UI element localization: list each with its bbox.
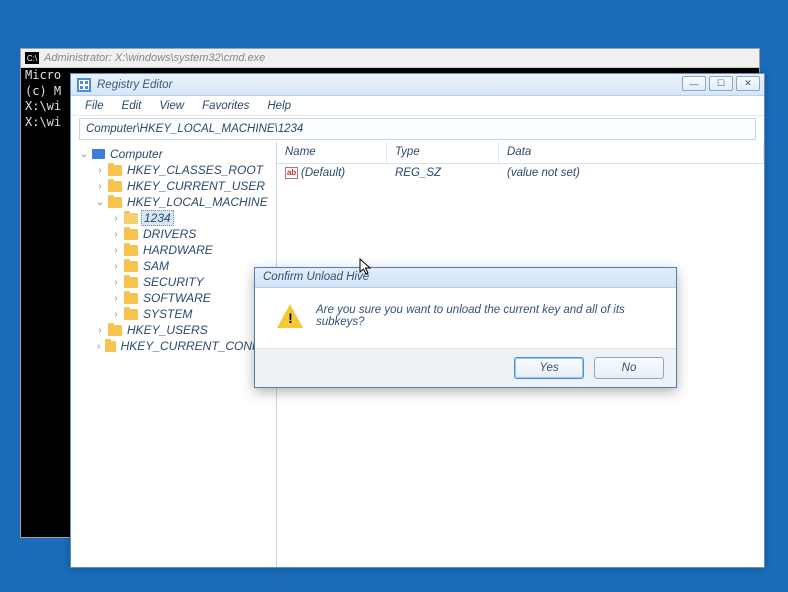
column-name[interactable]: Name (277, 142, 387, 163)
expand-icon[interactable]: › (111, 261, 121, 271)
tree-key[interactable]: › SOFTWARE (73, 290, 274, 306)
warning-icon (277, 304, 304, 328)
tree-label: HARDWARE (141, 243, 215, 257)
tree-label: SECURITY (141, 275, 206, 289)
string-value-icon: ab (285, 167, 298, 179)
tree-label: HKEY_CURRENT_CONFIG (119, 339, 274, 353)
regedit-title: Registry Editor (97, 79, 172, 91)
value-row[interactable]: ab(Default) REG_SZ (value not set) (277, 164, 764, 182)
folder-icon (124, 245, 138, 256)
expand-icon[interactable]: › (111, 293, 121, 303)
regedit-icon (77, 78, 91, 92)
folder-open-icon (124, 213, 138, 224)
expand-icon[interactable]: › (95, 181, 105, 191)
tree-label: SAM (141, 259, 171, 273)
column-type[interactable]: Type (387, 142, 499, 163)
tree-label: SYSTEM (141, 307, 194, 321)
column-data[interactable]: Data (499, 142, 764, 163)
tree-key[interactable]: › SECURITY (73, 274, 274, 290)
list-header: Name Type Data (277, 142, 764, 164)
cmd-icon: C:\ (25, 52, 39, 64)
folder-icon (108, 165, 122, 176)
folder-icon (108, 197, 122, 208)
value-data: (value not set) (499, 167, 764, 179)
menu-edit[interactable]: Edit (114, 98, 150, 114)
expand-icon[interactable]: › (111, 213, 121, 223)
dialog-body: Are you sure you want to unload the curr… (255, 288, 676, 348)
value-type: REG_SZ (387, 167, 499, 179)
folder-icon (124, 277, 138, 288)
expand-icon[interactable]: › (95, 341, 102, 351)
cmd-title: Administrator: X:\windows\system32\cmd.e… (44, 52, 265, 64)
tree-label: HKEY_USERS (125, 323, 210, 337)
folder-icon (124, 261, 138, 272)
tree-key[interactable]: › HARDWARE (73, 242, 274, 258)
tree-key[interactable]: › 1234 (73, 210, 274, 226)
dialog-title[interactable]: Confirm Unload Hive (255, 268, 676, 288)
window-buttons: — ☐ ✕ (682, 76, 760, 91)
address-text: Computer\HKEY_LOCAL_MACHINE\1234 (86, 123, 303, 135)
regedit-titlebar[interactable]: Registry Editor — ☐ ✕ (71, 74, 764, 96)
computer-icon (92, 149, 105, 159)
tree-key[interactable]: › SAM (73, 258, 274, 274)
expand-icon[interactable]: ⌄ (79, 149, 89, 159)
yes-button[interactable]: Yes (514, 357, 584, 379)
dialog-footer: Yes No (255, 348, 676, 387)
folder-icon (108, 181, 122, 192)
tree-root[interactable]: ⌄ Computer (73, 146, 274, 162)
folder-icon (124, 309, 138, 320)
tree-label: HKEY_LOCAL_MACHINE (125, 195, 270, 209)
confirm-unload-dialog: Confirm Unload Hive Are you sure you wan… (254, 267, 677, 388)
cmd-titlebar[interactable]: C:\ Administrator: X:\windows\system32\c… (21, 49, 759, 68)
no-button[interactable]: No (594, 357, 664, 379)
tree-label: HKEY_CLASSES_ROOT (125, 163, 265, 177)
expand-icon[interactable]: › (111, 229, 121, 239)
folder-icon (105, 341, 115, 352)
maximize-button[interactable]: ☐ (709, 76, 733, 91)
close-button[interactable]: ✕ (736, 76, 760, 91)
dialog-message: Are you sure you want to unload the curr… (316, 304, 662, 328)
folder-icon (124, 229, 138, 240)
tree-hive[interactable]: › HKEY_USERS (73, 322, 274, 338)
menu-view[interactable]: View (151, 98, 192, 114)
tree-hive[interactable]: › HKEY_CURRENT_USER (73, 178, 274, 194)
folder-icon (108, 325, 122, 336)
tree-hive[interactable]: › HKEY_CURRENT_CONFIG (73, 338, 274, 354)
expand-icon[interactable]: › (111, 245, 121, 255)
minimize-button[interactable]: — (682, 76, 706, 91)
tree-key[interactable]: › DRIVERS (73, 226, 274, 242)
value-name: ab(Default) (277, 167, 387, 179)
menu-favorites[interactable]: Favorites (194, 98, 257, 114)
address-bar[interactable]: Computer\HKEY_LOCAL_MACHINE\1234 (79, 118, 756, 140)
tree-label: DRIVERS (141, 227, 198, 241)
tree-label: SOFTWARE (141, 291, 213, 305)
tree-key[interactable]: › SYSTEM (73, 306, 274, 322)
tree-hive[interactable]: › HKEY_CLASSES_ROOT (73, 162, 274, 178)
expand-icon[interactable]: ⌄ (95, 197, 105, 207)
expand-icon[interactable]: › (111, 277, 121, 287)
tree-label: HKEY_CURRENT_USER (125, 179, 267, 193)
expand-icon[interactable]: › (95, 165, 105, 175)
tree-pane[interactable]: ⌄ Computer › HKEY_CLASSES_ROOT › HKEY_CU… (71, 142, 277, 567)
expand-icon[interactable]: › (95, 325, 105, 335)
menu-help[interactable]: Help (259, 98, 299, 114)
folder-icon (124, 293, 138, 304)
tree-label: Computer (108, 147, 165, 161)
menu-file[interactable]: File (77, 98, 112, 114)
tree-label-selected: 1234 (141, 210, 174, 226)
menubar: File Edit View Favorites Help (71, 96, 764, 116)
tree-hive[interactable]: ⌄ HKEY_LOCAL_MACHINE (73, 194, 274, 210)
expand-icon[interactable]: › (111, 309, 121, 319)
